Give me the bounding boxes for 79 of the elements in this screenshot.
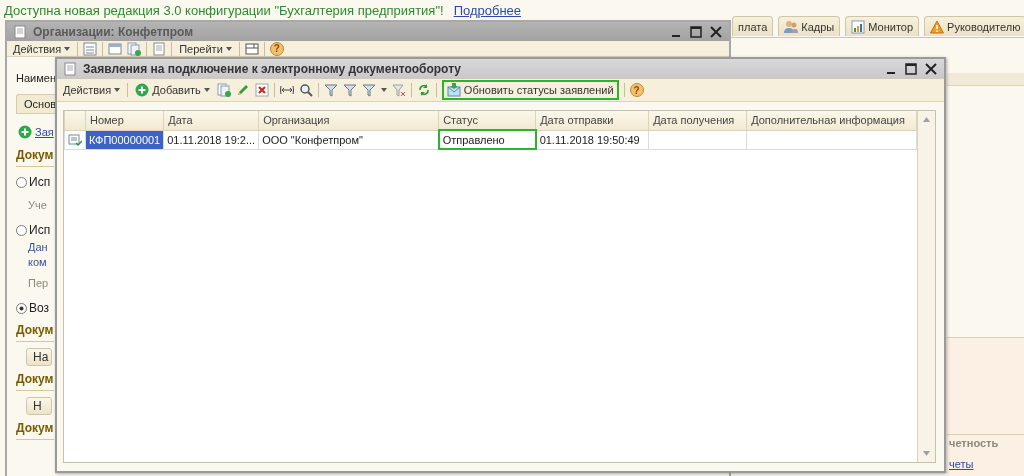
window-title: Организации: Конфетпром	[33, 24, 195, 39]
column-header[interactable]: Дата получения	[648, 111, 747, 130]
section-heading: Докум	[16, 372, 54, 391]
section-heading: Докум	[16, 421, 54, 440]
warning-icon	[930, 19, 945, 34]
list-icon[interactable]	[83, 41, 98, 56]
hint-text: Пер	[27, 277, 50, 291]
add-button[interactable]: Добавить	[133, 83, 212, 97]
details-link[interactable]: Подробнее	[453, 2, 522, 18]
refresh-icon[interactable]	[416, 83, 431, 97]
hint-text: Уче	[27, 199, 48, 213]
tab[interactable]: Основ	[16, 94, 58, 114]
menu-button[interactable]: Действия	[61, 84, 123, 96]
radio-button[interactable]	[16, 176, 27, 188]
window-title: Заявления на подключение к электронному документообороту	[83, 62, 462, 76]
caret-icon	[64, 46, 71, 51]
form-icon	[13, 24, 27, 39]
document-icon[interactable]	[152, 41, 167, 56]
add-link[interactable]: Зая	[35, 126, 54, 138]
form-icon[interactable]	[108, 41, 123, 56]
people-icon	[784, 19, 799, 34]
table-cell: Отправлено	[438, 130, 536, 149]
menu-button[interactable]: Действия	[11, 42, 73, 55]
info-text: ком	[27, 256, 48, 269]
filter-icon[interactable]	[342, 83, 357, 97]
delete-icon[interactable]	[254, 83, 269, 97]
filter-icon[interactable]	[361, 83, 376, 97]
filter-icon[interactable]	[391, 83, 406, 97]
section-heading: Докум	[16, 323, 54, 342]
tab[interactable]: Кадры	[778, 16, 841, 36]
close-button[interactable]	[924, 62, 938, 76]
button[interactable]: Н	[26, 397, 52, 415]
copy-icon[interactable]	[216, 83, 231, 97]
add-icon	[135, 83, 150, 97]
add-icon[interactable]	[18, 125, 32, 139]
tab[interactable]: плата	[732, 16, 774, 36]
tab[interactable]: Монитор	[845, 16, 920, 36]
caret-icon	[225, 46, 232, 51]
pencil-icon[interactable]	[235, 83, 250, 97]
field-label: Наимен	[16, 71, 56, 86]
radio-button[interactable]	[16, 224, 27, 236]
help-button[interactable]: ?	[629, 83, 644, 97]
radio-label: Исп	[29, 175, 51, 189]
column-header[interactable]: Дата отправки	[535, 111, 649, 130]
table-cell: 01.11.2018 19:50:49	[535, 130, 649, 149]
section-heading: четность	[949, 437, 999, 449]
reports-link[interactable]: четы	[949, 458, 974, 470]
scrollbar[interactable]	[917, 111, 935, 462]
document-icon	[63, 62, 77, 76]
filter-icon[interactable]	[323, 83, 338, 97]
help-button[interactable]: ?	[269, 41, 284, 56]
section-heading: Докум	[16, 148, 54, 167]
column-header[interactable]: Номер	[85, 111, 164, 130]
chart-icon	[851, 19, 866, 34]
double-arrow-icon[interactable]	[279, 83, 294, 97]
envelope-icon	[446, 83, 461, 97]
copy-icon[interactable]	[127, 41, 142, 56]
banner-text: Доступна новая редакция 3.0 конфигурации "Бухгалтерия предприятия"!	[4, 2, 444, 18]
column-header[interactable]: Дополнительная информация	[746, 111, 917, 130]
column-header[interactable]: Организация	[258, 111, 439, 130]
radio-label: Исп	[29, 223, 51, 237]
radio-button[interactable]	[16, 302, 27, 314]
maximize-button[interactable]	[904, 62, 918, 76]
maximize-button[interactable]	[689, 24, 703, 39]
panel-icon[interactable]	[244, 41, 259, 56]
document-icon	[68, 132, 82, 147]
tab[interactable]: Руководителю	[924, 16, 1024, 36]
close-button[interactable]	[709, 24, 723, 39]
caret-icon	[203, 88, 210, 92]
button[interactable]: На	[26, 348, 52, 366]
update-statuses-button[interactable]: Обновить статусы заявлений	[441, 80, 619, 100]
caret-icon[interactable]	[380, 88, 387, 92]
info-text: Дан	[27, 241, 49, 254]
table-cell: 01.11.2018 19:2...	[163, 130, 259, 149]
caret-icon	[114, 88, 121, 92]
search-icon[interactable]	[298, 83, 313, 97]
column-header[interactable]: Дата	[163, 111, 259, 130]
menu-button[interactable]: Перейти	[177, 42, 234, 55]
radio-label: Воз	[29, 301, 50, 315]
